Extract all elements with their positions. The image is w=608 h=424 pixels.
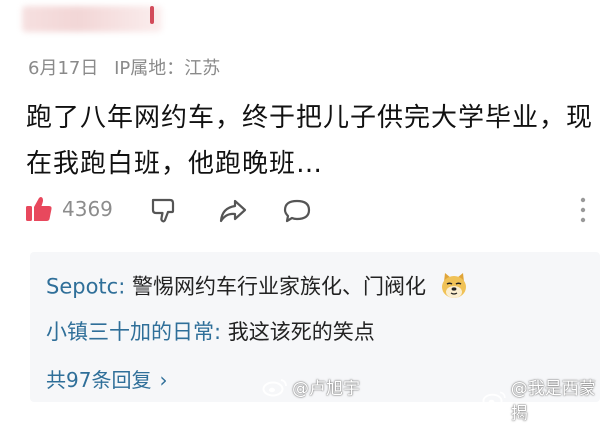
chevron-right-icon: › — [159, 368, 168, 392]
action-bar: 4369 — [24, 194, 594, 230]
share-icon — [219, 199, 247, 223]
comment-button[interactable] — [282, 197, 312, 225]
watermark: @我是西蒙揭 — [482, 374, 608, 424]
share-button[interactable] — [218, 197, 248, 225]
reply-item[interactable]: 小镇三十加的日常: 我这该死的笑点 — [46, 316, 375, 346]
weibo-logo-icon — [262, 378, 287, 396]
doge-emoji-icon — [439, 270, 469, 305]
watermark-text: @卢旭宇 — [292, 379, 360, 399]
reply-count-label: 共97条回复 — [46, 368, 152, 392]
reply-author[interactable]: Sepotc: — [46, 275, 125, 299]
thumbs-down-icon — [151, 198, 175, 223]
dislike-button[interactable] — [150, 197, 178, 225]
reply-text: 我这该死的笑点 — [221, 320, 375, 344]
username-redacted[interactable] — [22, 6, 162, 32]
like-count: 4369 — [62, 197, 113, 221]
more-options-button[interactable] — [576, 194, 590, 226]
post-content: 跑了八年网约车，终于把儿子供完大学毕业，现在我跑白班，他跑晚班… — [26, 103, 594, 179]
comment-bubble-icon — [283, 199, 311, 223]
thumbs-up-icon — [26, 197, 52, 221]
watermark-text: @我是西蒙揭 — [510, 379, 596, 424]
view-all-replies-link[interactable]: 共97条回复 › — [46, 364, 167, 393]
username-mark — [150, 6, 154, 24]
post-meta: 6月17日 IP属地：江苏 — [28, 54, 220, 80]
like-button[interactable]: 4369 — [24, 194, 113, 224]
ip-location: IP属地：江苏 — [114, 58, 221, 79]
post-date: 6月17日 — [28, 58, 99, 79]
more-vertical-icon — [580, 197, 586, 223]
reply-item[interactable]: Sepotc: 警惕网约车行业家族化、门阀化 — [46, 270, 469, 305]
watermark: @卢旭宇 — [262, 374, 360, 399]
reply-text: 警惕网约车行业家族化、门阀化 — [125, 274, 426, 299]
reply-author[interactable]: 小镇三十加的日常: — [46, 320, 221, 344]
weibo-logo-icon — [482, 391, 506, 409]
